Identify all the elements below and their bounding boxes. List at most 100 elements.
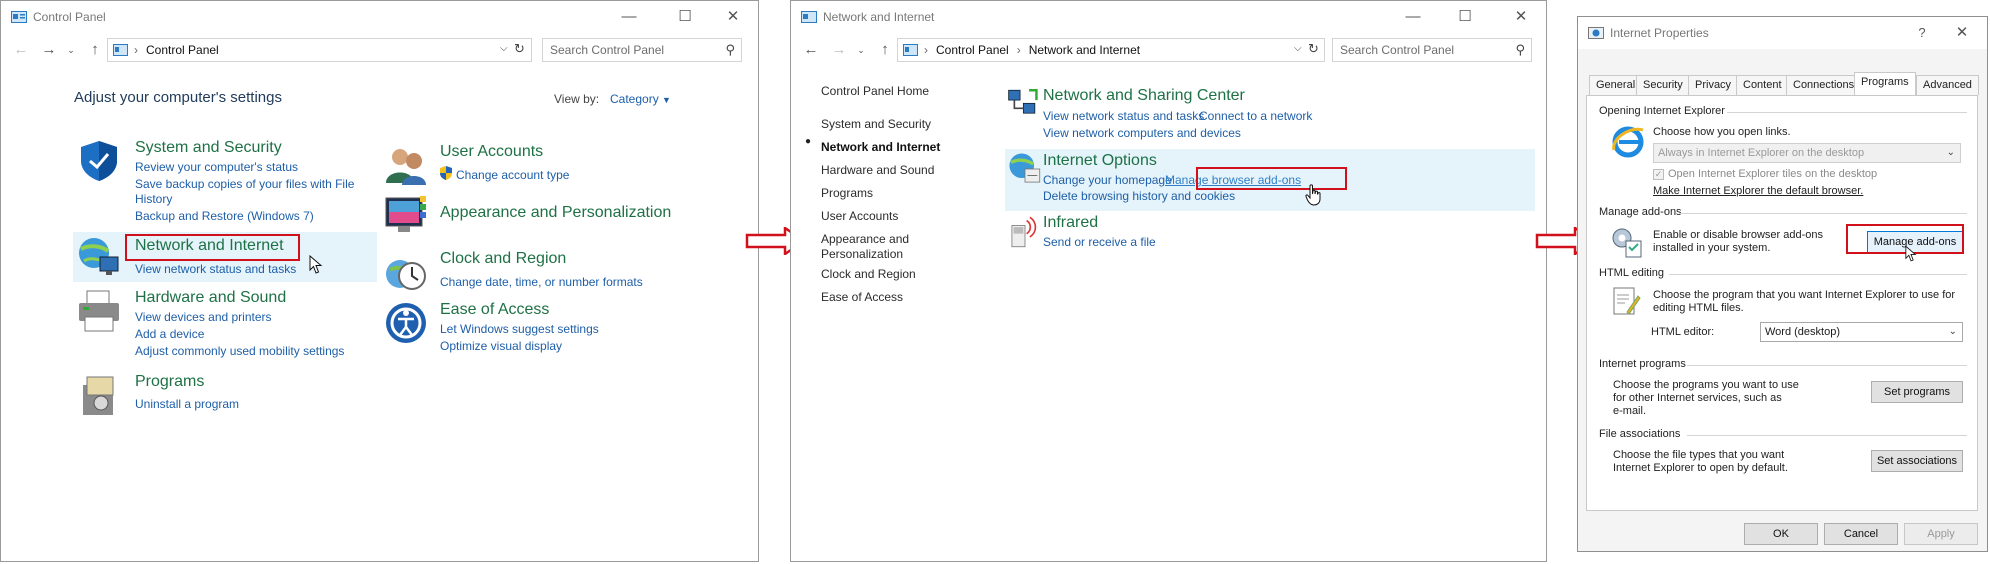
link-network-status[interactable]: View network status and tasks	[135, 262, 296, 276]
category-user-accounts: User Accounts Change account type	[384, 143, 684, 187]
tab-security[interactable]: Security	[1636, 75, 1690, 95]
chevron-down-icon: ⌄	[1948, 326, 1957, 337]
link-mobility-settings[interactable]: Adjust commonly used mobility settings	[135, 344, 344, 358]
sidebar-item-appearance-cont[interactable]: Personalization	[821, 247, 903, 261]
internet-properties-icon	[1588, 27, 1604, 39]
sidebar-item-home[interactable]: Control Panel Home	[821, 84, 929, 98]
sidebar-item-users[interactable]: User Accounts	[821, 209, 898, 223]
forward-arrow-icon[interactable]: →	[829, 41, 849, 59]
link-connect-network[interactable]: Connect to a network	[1199, 109, 1312, 123]
tab-privacy[interactable]: Privacy	[1688, 75, 1739, 95]
link-review-status[interactable]: Review your computer's status	[135, 160, 298, 174]
back-arrow-icon[interactable]: ←	[11, 41, 31, 59]
link-file-history-cont[interactable]: History	[135, 192, 172, 206]
category-title-system[interactable]: System and Security	[135, 139, 282, 157]
open-links-select[interactable]: Always in Internet Explorer on the deskt…	[1653, 143, 1961, 163]
minimize-button[interactable]: —	[1393, 5, 1433, 29]
set-associations-button[interactable]: Set associations	[1871, 450, 1963, 472]
close-button[interactable]: ✕	[1501, 5, 1541, 29]
forward-arrow-icon[interactable]: →	[39, 41, 59, 59]
refresh-icon[interactable]: ↻	[1308, 41, 1319, 57]
link-send-receive-file[interactable]: Send or receive a file	[1043, 235, 1156, 249]
set-programs-button[interactable]: Set programs	[1871, 381, 1963, 403]
category-title-appearance[interactable]: Appearance and Personalization	[440, 204, 671, 222]
tab-general[interactable]: General	[1589, 75, 1643, 95]
sidebar-item-appearance[interactable]: Appearance and	[821, 232, 909, 246]
help-button[interactable]: ?	[1902, 21, 1942, 45]
category-title-ease[interactable]: Ease of Access	[440, 301, 549, 319]
viewby-dropdown[interactable]: Category ▼	[610, 92, 671, 106]
minimize-button[interactable]: —	[609, 5, 649, 29]
search-input[interactable]: Search Control Panel ⚲	[542, 38, 742, 62]
apply-button[interactable]: Apply	[1904, 523, 1978, 545]
address-box[interactable]: › Control Panel ⌵ ↻	[107, 38, 532, 62]
clock-globe-icon	[386, 260, 426, 290]
group-internet-programs: Internet programs	[1599, 358, 1686, 370]
chevron-down-icon: ▼	[662, 95, 671, 105]
tab-connections[interactable]: Connections	[1786, 75, 1862, 95]
sidebar-item-ease[interactable]: Ease of Access	[821, 290, 903, 304]
search-input[interactable]: Search Control Panel ⚲	[1332, 38, 1532, 62]
uac-shield-icon	[440, 166, 452, 180]
default-browser-link[interactable]: Make Internet Explorer the default brows…	[1653, 185, 1863, 198]
up-arrow-icon[interactable]: ↑	[85, 41, 105, 59]
link-devices-printers[interactable]: View devices and printers	[135, 310, 272, 324]
address-dropdown-icon[interactable]: ⌵	[500, 43, 508, 54]
link-network-status[interactable]: View network status and tasks	[1043, 109, 1204, 123]
link-add-device[interactable]: Add a device	[135, 327, 204, 341]
close-button[interactable]: ✕	[1942, 21, 1982, 45]
category-title-programs[interactable]: Programs	[135, 373, 204, 391]
link-suggest-settings[interactable]: Let Windows suggest settings	[440, 322, 599, 336]
breadcrumb-item[interactable]: Network and Internet	[1029, 43, 1140, 57]
breadcrumb-item[interactable]: Control Panel	[936, 43, 1009, 57]
maximize-button[interactable]: ☐	[1445, 5, 1485, 29]
close-button[interactable]: ✕	[713, 5, 753, 29]
link-file-history[interactable]: Save backup copies of your files with Fi…	[135, 177, 354, 191]
sidebar-item-network[interactable]: Network and Internet	[821, 140, 940, 154]
title-bar: Control Panel — ☐ ✕	[1, 1, 758, 33]
tab-programs[interactable]: Programs	[1854, 72, 1916, 96]
section-title-sharing[interactable]: Network and Sharing Center	[1043, 87, 1245, 105]
recent-chevron-down-icon[interactable]: ⌄	[61, 41, 81, 59]
address-box[interactable]: › Control Panel › Network and Internet ⌵ ↻	[897, 38, 1325, 62]
link-uninstall-program[interactable]: Uninstall a program	[135, 397, 239, 411]
html-editor-select[interactable]: Word (desktop) ⌄	[1760, 322, 1963, 342]
maximize-button[interactable]: ☐	[665, 5, 705, 29]
link-delete-history[interactable]: Delete browsing history and cookies	[1043, 189, 1235, 203]
back-arrow-icon[interactable]: ←	[801, 41, 821, 59]
tiles-checkbox[interactable]: ✓	[1653, 169, 1664, 180]
ok-button[interactable]: OK	[1744, 523, 1818, 545]
breadcrumb-item[interactable]: Control Panel	[146, 43, 219, 57]
sidebar-item-system[interactable]: System and Security	[821, 117, 931, 131]
tab-advanced[interactable]: Advanced	[1916, 75, 1979, 95]
cancel-button[interactable]: Cancel	[1824, 523, 1898, 545]
link-date-time-formats[interactable]: Change date, time, or number formats	[440, 275, 643, 289]
category-title-users[interactable]: User Accounts	[440, 143, 543, 161]
refresh-icon[interactable]: ↻	[514, 41, 525, 57]
category-title-clock[interactable]: Clock and Region	[440, 250, 566, 268]
link-change-homepage[interactable]: Change your homepage	[1043, 173, 1172, 187]
section-title-infrared[interactable]: Infrared	[1043, 214, 1098, 232]
sidebar-item-programs[interactable]: Programs	[821, 186, 873, 200]
html-editor-icon	[1613, 287, 1641, 315]
sidebar-item-clock[interactable]: Clock and Region	[821, 267, 916, 281]
category-title-hardware[interactable]: Hardware and Sound	[135, 289, 286, 307]
group-divider	[1687, 365, 1967, 366]
programs-desc-1: Choose the programs you want to use	[1613, 379, 1799, 391]
mouse-cursor-icon	[309, 255, 323, 274]
address-dropdown-icon[interactable]: ⌵	[1294, 43, 1302, 54]
sidebar-item-hardware[interactable]: Hardware and Sound	[821, 163, 934, 177]
open-links-text: Choose how you open links.	[1653, 126, 1791, 138]
link-change-account-type[interactable]: Change account type	[456, 168, 569, 182]
recent-chevron-down-icon[interactable]: ⌄	[851, 41, 871, 59]
window-title: Control Panel	[33, 10, 106, 24]
section-title-options[interactable]: Internet Options	[1043, 152, 1157, 170]
addons-desc-1: Enable or disable browser add-ons	[1653, 229, 1823, 241]
link-backup-restore[interactable]: Backup and Restore (Windows 7)	[135, 209, 314, 223]
up-arrow-icon[interactable]: ↑	[875, 41, 895, 59]
control-panel-icon	[903, 44, 918, 56]
link-network-computers[interactable]: View network computers and devices	[1043, 126, 1241, 140]
link-optimize-display[interactable]: Optimize visual display	[440, 339, 562, 353]
tab-content[interactable]: Content	[1736, 75, 1789, 95]
title-bar: Network and Internet — ☐ ✕	[791, 1, 1546, 33]
